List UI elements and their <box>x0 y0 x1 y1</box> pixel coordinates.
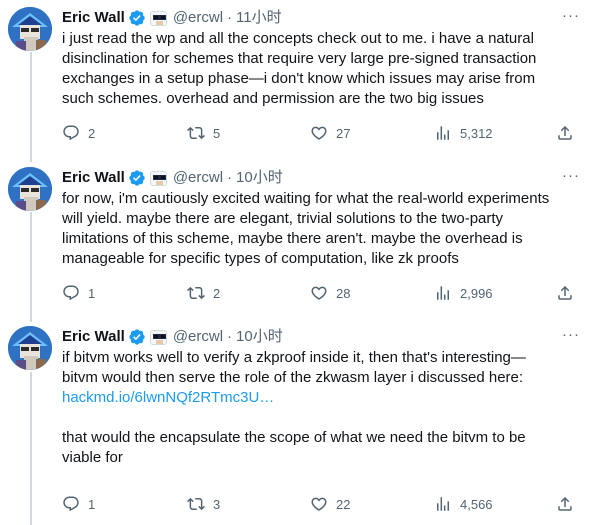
timestamp[interactable]: 10小时 <box>236 327 283 347</box>
repost-button[interactable]: 2 <box>187 283 220 303</box>
like-icon <box>310 124 328 142</box>
tweet-header: Eric Wall @ercwl · 11小时 <box>62 7 582 29</box>
verified-badge-icon <box>128 9 146 27</box>
tweet-line: such schemes. overhead and permission ar… <box>62 90 484 107</box>
tweet-line: if bitvm works well to verify a zkproof … <box>62 349 526 366</box>
tweet-line: will yield. maybe there are elegant, tri… <box>62 210 504 227</box>
verified-badge-icon <box>128 328 146 346</box>
verified-badge-icon <box>128 169 146 187</box>
repost-count: 3 <box>213 496 221 512</box>
tweet[interactable]: Eric Wall @ercwl · 10小时 for now, i'm cau… <box>0 167 589 317</box>
author-handle[interactable]: @ercwl <box>173 8 223 28</box>
like-icon <box>310 495 328 513</box>
views-icon <box>434 495 452 513</box>
author-name[interactable]: Eric Wall <box>62 327 125 347</box>
affiliate-badge-icon[interactable] <box>149 170 167 186</box>
repost-count: 5 <box>213 125 221 141</box>
affiliate-badge-icon[interactable] <box>149 329 167 345</box>
affiliate-badge-icon[interactable] <box>149 10 167 26</box>
like-button[interactable]: 28 <box>310 283 350 303</box>
action-bar: 1 2 28 2,996 <box>62 283 582 303</box>
repost-icon <box>187 124 205 142</box>
timestamp[interactable]: 11小时 <box>236 8 282 28</box>
reply-icon <box>62 284 80 302</box>
reply-button[interactable]: 2 <box>62 123 95 143</box>
separator: · <box>227 9 233 26</box>
author-handle[interactable]: @ercwl <box>173 327 223 347</box>
separator: · <box>227 328 233 345</box>
separator: · <box>227 169 233 186</box>
views-count: 4,566 <box>460 496 493 512</box>
more-icon[interactable]: ··· <box>561 168 581 187</box>
share-button[interactable] <box>556 123 574 143</box>
reply-button[interactable]: 1 <box>62 494 95 514</box>
avatar[interactable] <box>8 7 52 51</box>
share-button[interactable] <box>556 494 574 514</box>
timestamp[interactable]: 10小时 <box>236 168 283 188</box>
repost-icon <box>187 495 205 513</box>
views-count: 5,312 <box>460 125 493 141</box>
tweet[interactable]: Eric Wall @ercwl · 11小时 i just read the … <box>0 7 589 157</box>
tweet-header: Eric Wall @ercwl · 10小时 <box>62 326 582 348</box>
tweet-text: for now, i'm cautiously excited waiting … <box>62 189 582 269</box>
tweet-line: viable for <box>62 449 123 466</box>
action-bar: 1 3 22 4,566 <box>62 494 582 514</box>
tweet-link[interactable]: hackmd.io/6lwnNQf2RTmc3U… <box>62 388 582 408</box>
like-count: 28 <box>336 285 351 301</box>
author-handle[interactable]: @ercwl <box>173 168 223 188</box>
reply-button[interactable]: 1 <box>62 283 95 303</box>
share-button[interactable] <box>556 283 574 303</box>
tweet-line: for now, i'm cautiously excited waiting … <box>62 190 550 207</box>
repost-button[interactable]: 3 <box>187 494 220 514</box>
like-icon <box>310 284 328 302</box>
tweet-line: disinclination for schemes that require … <box>62 50 537 67</box>
repost-button[interactable]: 5 <box>187 123 220 143</box>
views-button[interactable]: 2,996 <box>434 283 493 303</box>
avatar[interactable] <box>8 326 52 370</box>
reply-count: 1 <box>88 285 96 301</box>
views-icon <box>434 284 452 302</box>
like-button[interactable]: 27 <box>310 123 350 143</box>
tweet-line: manageable for specific types of computa… <box>62 250 459 267</box>
avatar[interactable] <box>8 167 52 211</box>
author-name[interactable]: Eric Wall <box>62 8 125 28</box>
tweet-line: that would the encapsulate the scope of … <box>62 429 526 446</box>
views-button[interactable]: 5,312 <box>434 123 493 143</box>
tweet-text: i just read the wp and all the concepts … <box>62 29 582 109</box>
tweet-line: limitations of this scheme, maybe there … <box>62 230 523 247</box>
tweet-text: if bitvm works well to verify a zkproof … <box>62 348 582 468</box>
tweet-line: exchanges in a setup phase—i don't know … <box>62 70 536 87</box>
tweet-line: i just read the wp and all the concepts … <box>62 30 534 47</box>
share-icon <box>556 495 574 513</box>
reply-count: 1 <box>88 496 96 512</box>
like-button[interactable]: 22 <box>310 494 350 514</box>
action-bar: 2 5 27 5,312 <box>62 123 582 143</box>
repost-count: 2 <box>213 285 221 301</box>
reply-count: 2 <box>88 125 96 141</box>
views-icon <box>434 124 452 142</box>
reply-icon <box>62 124 80 142</box>
more-icon[interactable]: ··· <box>561 8 581 27</box>
tweet-line: bitvm would then serve the role of the z… <box>62 369 524 386</box>
views-button[interactable]: 4,566 <box>434 494 493 514</box>
share-icon <box>556 284 574 302</box>
tweet-header: Eric Wall @ercwl · 10小时 <box>62 167 582 189</box>
tweet[interactable]: Eric Wall @ercwl · 10小时 if bitvm works w… <box>0 326 589 525</box>
reply-icon <box>62 495 80 513</box>
repost-icon <box>187 284 205 302</box>
author-name[interactable]: Eric Wall <box>62 168 125 188</box>
share-icon <box>556 124 574 142</box>
like-count: 22 <box>336 496 351 512</box>
views-count: 2,996 <box>460 285 493 301</box>
more-icon[interactable]: ··· <box>561 327 581 346</box>
like-count: 27 <box>336 125 351 141</box>
